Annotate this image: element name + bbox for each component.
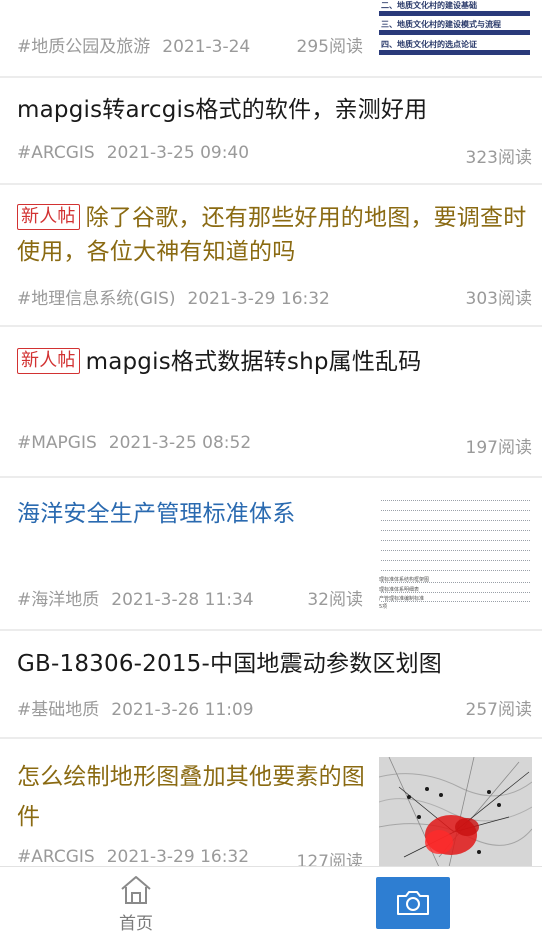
new-user-badge: 新人帖 [17, 348, 80, 374]
thumb-dots [381, 530, 530, 531]
post-meta: #地质公园及旅游 2021-3-24 [17, 32, 250, 57]
thumb-dots [381, 550, 530, 551]
post-title[interactable]: 新人帖 mapgis格式数据转shp属性乱码 [17, 345, 533, 379]
new-user-badge: 新人帖 [17, 204, 80, 230]
post-card[interactable]: 怎么绘制地形图叠加其他要素的图件 #ARCGIS 2021-3-29 16:32 … [0, 739, 542, 866]
post-reads: 323阅读 [465, 148, 532, 168]
post-date: 2021-3-26 11:09 [111, 700, 254, 720]
post-card[interactable]: mapgis转arcgis格式的软件，亲测好用 #ARCGIS 2021-3-25… [0, 78, 542, 185]
thumb-text: 5项 [379, 604, 388, 610]
post-title-text: 除了谷歌，还有那些好用的地图，要调查时使用，各位大神有知道的吗 [17, 205, 527, 265]
post-card[interactable]: 新人帖 mapgis格式数据转shp属性乱码 #MAPGIS 2021-3-25 0… [0, 327, 542, 478]
post-title[interactable]: mapgis转arcgis格式的软件，亲测好用 [17, 93, 427, 127]
thumb-bar [379, 11, 530, 16]
thumb-dots [381, 570, 530, 571]
post-thumbnail[interactable]: 二、地质文化村的建设基础 三、地质文化村的建设模式与流程 四、地质文化村的选点论… [379, 0, 532, 60]
post-tag[interactable]: #ARCGIS [17, 847, 95, 866]
post-meta: #海洋地质 2021-3-28 11:34 [17, 585, 254, 610]
thumb-bar [379, 50, 530, 55]
post-thumbnail[interactable]: 理标准体系结构框架图 理标准体系明细表 产管理标准编制标准 5项 [379, 498, 532, 610]
post-reads: 303阅读 [465, 289, 532, 309]
post-date: 2021-3-24 [162, 37, 251, 57]
post-tag[interactable]: #ARCGIS [17, 143, 95, 163]
tab-home-label: 首页 [119, 914, 153, 934]
camera-icon [397, 891, 429, 915]
camera-button[interactable] [376, 877, 450, 929]
thumb-dots [381, 560, 530, 561]
thumb-dots [381, 582, 530, 583]
terrain-map-image [379, 757, 532, 866]
bottom-tab-bar: 首页 [0, 866, 542, 936]
post-reads: 32阅读 [307, 590, 363, 610]
thumb-text: 三、地质文化村的建设模式与流程 [381, 20, 501, 29]
post-meta: #基础地质 2021-3-26 11:09 [17, 695, 254, 720]
thumb-dots [381, 601, 530, 602]
post-date: 2021-3-29 16:32 [187, 289, 330, 309]
post-tag[interactable]: #地质公园及旅游 [17, 37, 150, 57]
tab-home[interactable]: 首页 [100, 873, 172, 934]
post-thumbnail[interactable] [379, 757, 532, 866]
thumb-dots [381, 520, 530, 521]
thumb-dots [381, 510, 530, 511]
post-card[interactable]: 海洋安全生产管理标准体系 #海洋地质 2021-3-28 11:34 32阅读 理… [0, 478, 542, 631]
post-title[interactable]: 怎么绘制地形图叠加其他要素的图件 [17, 757, 367, 837]
post-card[interactable]: #地质公园及旅游 2021-3-24 295阅读 二、地质文化村的建设基础 三、地… [0, 0, 542, 78]
post-meta: #ARCGIS 2021-3-29 16:32 [17, 847, 249, 866]
post-card[interactable]: 新人帖 除了谷歌，还有那些好用的地图，要调查时使用，各位大神有知道的吗 #地理信息… [0, 185, 542, 327]
post-date: 2021-3-29 16:32 [106, 847, 250, 866]
post-meta: #MAPGIS 2021-3-25 08:52 [17, 433, 251, 453]
post-reads: 257阅读 [465, 700, 532, 720]
home-icon [121, 876, 151, 904]
post-meta: #地理信息系统(GIS) 2021-3-29 16:32 [17, 284, 330, 309]
thumb-dots [381, 592, 530, 593]
post-tag[interactable]: #MAPGIS [17, 433, 97, 453]
thumb-text: 二、地质文化村的建设基础 [381, 1, 477, 10]
post-title[interactable]: 新人帖 除了谷歌，还有那些好用的地图，要调查时使用，各位大神有知道的吗 [17, 201, 533, 269]
post-card[interactable]: GB-18306-2015-中国地震动参数区划图 #基础地质 2021-3-26 … [0, 631, 542, 739]
post-tag[interactable]: #海洋地质 [17, 590, 99, 610]
post-title-text: mapgis格式数据转shp属性乱码 [85, 349, 422, 375]
post-reads: 295阅读 [296, 37, 363, 57]
post-date: 2021-3-28 11:34 [111, 590, 254, 610]
thumb-dots [381, 540, 530, 541]
thumb-bar [379, 30, 530, 35]
post-date: 2021-3-25 09:40 [106, 143, 250, 163]
thumb-text: 四、地质文化村的选点论证 [381, 40, 477, 49]
thumb-dots [381, 500, 530, 501]
post-feed: #地质公园及旅游 2021-3-24 295阅读 二、地质文化村的建设基础 三、地… [0, 0, 542, 866]
post-reads: 197阅读 [465, 438, 532, 458]
post-tag[interactable]: #基础地质 [17, 700, 99, 720]
post-title[interactable]: 海洋安全生产管理标准体系 [17, 497, 295, 531]
post-title[interactable]: GB-18306-2015-中国地震动参数区划图 [17, 647, 442, 681]
post-tag[interactable]: #地理信息系统(GIS) [17, 289, 176, 309]
post-reads: 127阅读 [296, 852, 363, 866]
post-date: 2021-3-25 08:52 [108, 433, 252, 453]
post-meta: #ARCGIS 2021-3-25 09:40 [17, 143, 249, 163]
